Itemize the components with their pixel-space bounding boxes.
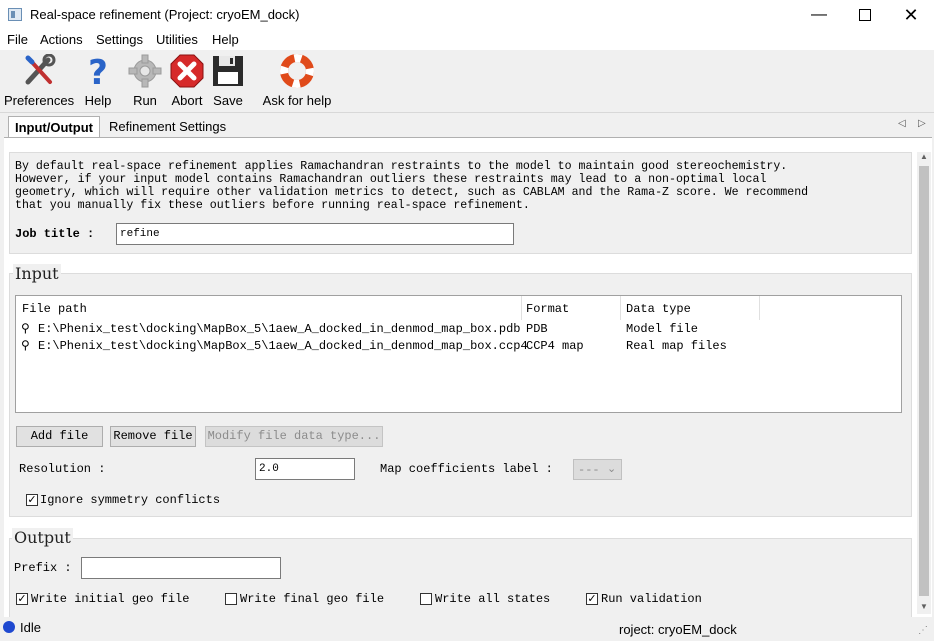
maximize-button[interactable] [842, 0, 888, 30]
ignore-symmetry-label: Ignore symmetry conflicts [40, 493, 221, 507]
data-type-cell: Real map files [626, 339, 727, 353]
add-file-button[interactable]: Add file [16, 426, 103, 447]
table-row[interactable]: ⚲ E:\Phenix_test\docking\MapBox_5\1aew_A… [16, 338, 901, 355]
col-divider [759, 296, 760, 320]
remove-file-button[interactable]: Remove file [110, 426, 196, 447]
info-group: By default real-space refinement applies… [9, 152, 912, 254]
close-window-button[interactable]: ✕ [888, 0, 934, 30]
status-text: Idle [20, 620, 41, 635]
menu-settings[interactable]: Settings [96, 32, 143, 47]
help-label: Help [84, 93, 112, 108]
resolution-label: Resolution : [19, 462, 106, 476]
app-icon [8, 8, 22, 21]
save-label: Save [213, 93, 243, 108]
ask-for-help-button[interactable]: Ask for help [258, 54, 336, 108]
chevron-down-icon: ⌄ [607, 463, 617, 475]
map-coefficients-label: Map coefficients label : [380, 462, 553, 476]
write-initial-geo-checkbox[interactable]: ✓ [16, 593, 28, 605]
format-cell: PDB [526, 322, 548, 336]
title-bar: Real-space refinement (Project: cryoEM_d… [0, 0, 934, 30]
output-legend: Output [12, 528, 73, 547]
file-path-cell: E:\Phenix_test\docking\MapBox_5\1aew_A_d… [38, 339, 528, 353]
menu-actions[interactable]: Actions [40, 32, 83, 47]
magnifier-icon: ⚲ [21, 321, 30, 335]
run-label: Run [133, 93, 157, 108]
file-table[interactable]: File path Format Data type ⚲ E:\Phenix_t… [15, 295, 902, 413]
tab-refinement-settings[interactable]: Refinement Settings [103, 116, 232, 137]
run-validation-checkbox[interactable]: ✓ [586, 593, 598, 605]
table-row[interactable]: ⚲ E:\Phenix_test\docking\MapBox_5\1aew_A… [16, 321, 901, 338]
write-final-geo-label: Write final geo file [240, 592, 385, 606]
menu-help[interactable]: Help [212, 32, 239, 47]
stop-x-icon [170, 54, 204, 88]
minimize-button[interactable]: — [796, 0, 842, 30]
menu-file[interactable]: File [7, 32, 28, 47]
magnifier-icon: ⚲ [21, 338, 30, 352]
col-divider [620, 296, 621, 320]
abort-label: Abort [171, 93, 203, 108]
window-title: Real-space refinement (Project: cryoEM_d… [30, 7, 300, 22]
info-text: By default real-space refinement applies… [15, 160, 809, 212]
preferences-label: Preferences [4, 93, 75, 108]
job-title-input[interactable] [116, 223, 514, 245]
map-coefficients-select[interactable]: --- ⌄ [573, 459, 622, 480]
lifebuoy-icon [280, 54, 314, 88]
resolution-input[interactable] [255, 458, 355, 480]
input-legend: Input [13, 264, 61, 283]
tab-input-output[interactable]: Input/Output [8, 116, 100, 137]
run-validation-label: Run validation [601, 592, 702, 606]
preferences-button[interactable]: Preferences [4, 53, 75, 108]
tab-scroll-left-icon[interactable]: ◁ [898, 118, 906, 129]
prefix-label: Prefix : [14, 561, 72, 575]
resize-grip-icon: ⋰ [918, 625, 928, 636]
ask-for-help-label: Ask for help [262, 93, 332, 108]
menu-bar: File Actions Settings Utilities Help [0, 30, 934, 50]
write-initial-geo-label: Write initial geo file [31, 592, 190, 606]
col-header-format[interactable]: Format [526, 302, 569, 316]
menu-utilities[interactable]: Utilities [156, 32, 198, 47]
col-divider [521, 296, 522, 320]
file-path-cell: E:\Phenix_test\docking\MapBox_5\1aew_A_d… [38, 322, 521, 336]
toolbar: Preferences ? Help Run Abort Save Ask fo… [0, 50, 934, 113]
scroll-up-icon[interactable]: ▲ [920, 152, 928, 161]
col-header-data-type[interactable]: Data type [626, 302, 691, 316]
write-all-states-label: Write all states [435, 592, 551, 606]
question-mark-icon: ? [81, 53, 115, 93]
floppy-disk-icon [211, 54, 245, 88]
format-cell: CCP4 map [526, 339, 584, 353]
col-header-file-path[interactable]: File path [22, 302, 87, 316]
abort-button[interactable]: Abort [168, 54, 206, 108]
help-button[interactable]: ? Help [80, 53, 116, 108]
status-project: roject: cryoEM_dock [619, 622, 737, 637]
status-indicator-icon [3, 621, 15, 633]
write-final-geo-checkbox[interactable] [225, 593, 237, 605]
tab-bar: Input/Output Refinement Settings ◁ ▷ [0, 112, 934, 246]
tab-scroll-right-icon[interactable]: ▷ [918, 118, 926, 129]
job-title-label: Job title : [15, 227, 95, 241]
wrench-screwdriver-icon [22, 53, 56, 88]
scroll-down-icon[interactable]: ▼ [920, 602, 928, 611]
save-button[interactable]: Save [210, 54, 246, 108]
modify-file-data-type-button[interactable]: Modify file data type... [205, 426, 383, 447]
prefix-input[interactable] [81, 557, 281, 579]
data-type-cell: Model file [626, 322, 699, 336]
tab-content: By default real-space refinement applies… [4, 137, 932, 618]
status-bar: Idle roject: cryoEM_dock ⋰ [0, 617, 934, 641]
ignore-symmetry-checkbox[interactable]: ✓ [26, 494, 38, 506]
gear-icon [128, 54, 162, 88]
map-coefficients-value: --- [578, 463, 600, 477]
vertical-scrollbar[interactable]: ▲ ▼ [917, 152, 931, 614]
svg-text:?: ? [88, 54, 108, 88]
write-all-states-checkbox[interactable] [420, 593, 432, 605]
run-button[interactable]: Run [128, 54, 162, 108]
scrollbar-thumb[interactable] [919, 166, 929, 596]
